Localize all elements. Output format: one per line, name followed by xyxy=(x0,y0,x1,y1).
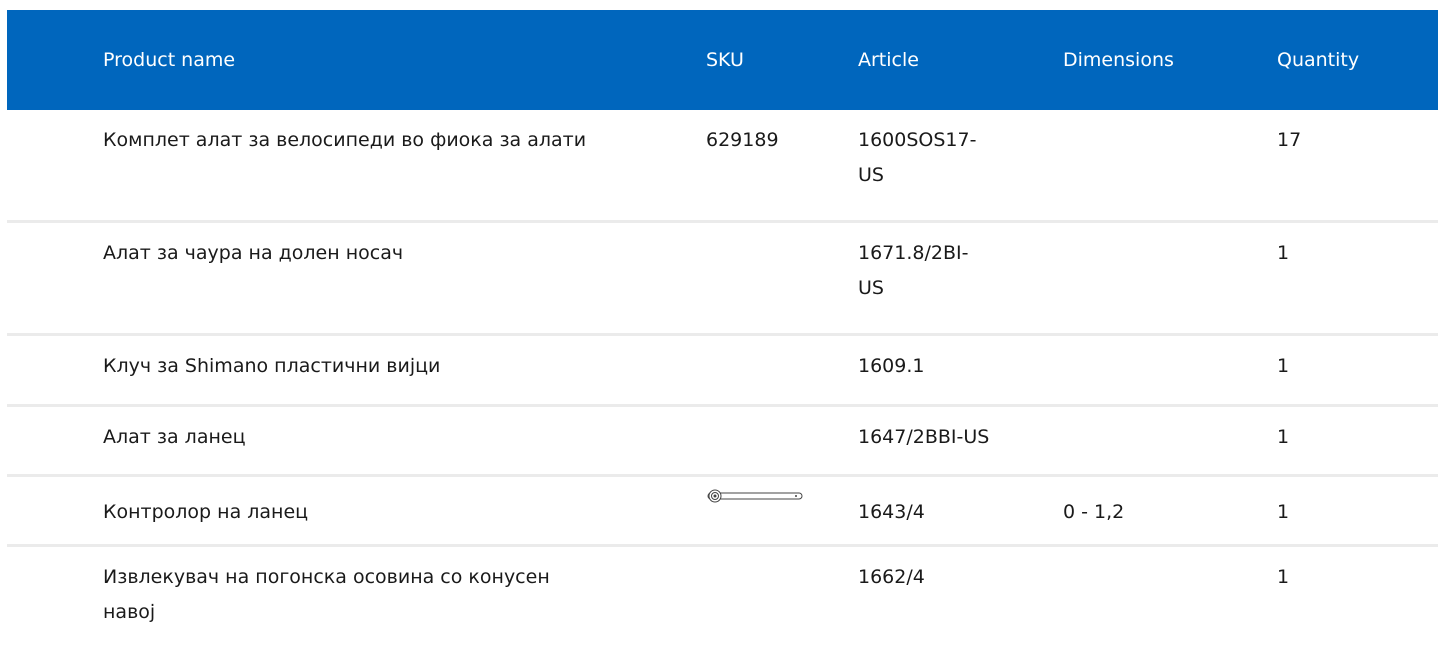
product-dimensions: 0 - 1,2 xyxy=(1063,501,1125,523)
product-name: Алат за чаура на долен носач xyxy=(103,242,404,264)
table-row: Клуч за Shimano пластични вијци 1609.1 1 xyxy=(7,336,1438,407)
product-name: Алат за ланец xyxy=(103,426,246,448)
table-row: Комплет алат за велосипеди во фиока за а… xyxy=(7,110,1438,223)
table-row: Алат за чаура на долен носач 1671.8/2BI-… xyxy=(7,223,1438,336)
product-name: Клуч за Shimano пластични вијци xyxy=(103,355,441,377)
product-quantity: 17 xyxy=(1277,129,1302,151)
product-name: Извлекувач на погонска осовина со конусе… xyxy=(103,566,550,623)
table-header: Product name SKU Article Dimensions Quan… xyxy=(7,10,1438,110)
product-name: Комплет алат за велосипеди во фиока за а… xyxy=(103,129,587,151)
header-product-name[interactable]: Product name xyxy=(103,10,663,110)
table-row: Извлекувач на погонска осовина со конусе… xyxy=(7,547,1438,647)
article-line-1: 1671.8/2BI- xyxy=(858,242,969,264)
product-name: Контролор на ланец xyxy=(103,501,309,523)
product-article: 1647/2BBI-US xyxy=(858,426,990,448)
table-row: Алат за ланец 1647/2BBI-US 1 xyxy=(7,407,1438,477)
product-article: 1643/4 xyxy=(858,501,925,523)
product-quantity: 1 xyxy=(1277,566,1290,588)
product-article: 1662/4 xyxy=(858,566,925,588)
header-article[interactable]: Article xyxy=(858,10,1038,110)
product-table: Product name SKU Article Dimensions Quan… xyxy=(7,10,1438,647)
product-article: 1609.1 xyxy=(858,355,925,377)
header-quantity[interactable]: Quantity xyxy=(1277,10,1397,110)
product-article: 1671.8/2BI- US xyxy=(858,236,1038,306)
product-quantity: 1 xyxy=(1277,355,1290,377)
chain-checker-tool-icon xyxy=(707,489,803,503)
header-dimensions[interactable]: Dimensions xyxy=(1063,10,1223,110)
article-line-2: US xyxy=(858,277,884,299)
product-quantity: 1 xyxy=(1277,242,1290,264)
header-sku[interactable]: SKU xyxy=(706,10,816,110)
product-quantity: 1 xyxy=(1277,501,1290,523)
article-line-2: US xyxy=(858,164,884,186)
table-row: Контролор на ланец 1643/4 0 - 1,2 1 xyxy=(7,477,1438,547)
product-article: 1600SOS17- US xyxy=(858,123,1033,193)
product-sku: 629189 xyxy=(706,129,779,151)
product-quantity: 1 xyxy=(1277,426,1290,448)
article-line-1: 1600SOS17- xyxy=(858,129,977,151)
